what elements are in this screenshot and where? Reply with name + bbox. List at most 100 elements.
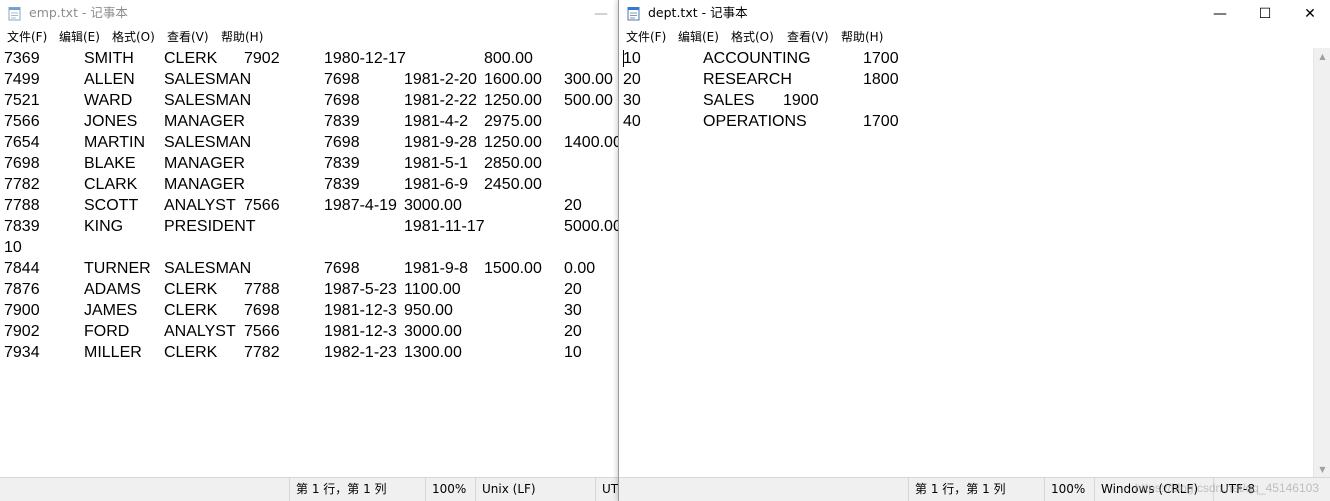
emp-field: FORD [84,323,130,340]
emp-field: CLERK [164,50,218,67]
emp-field: 1250.00 [484,134,542,151]
dept-status-encoding: UTF-8 [1213,478,1270,501]
emp-menu-file[interactable]: 文件(F) [7,30,47,45]
dept-status-bar: 第 1 行，第 1 列 100% Windows (CRLF) UTF-8 [619,477,1330,501]
dept-notepad-window[interactable]: dept.txt - 记事本 — ☐ ✕ 文件(F) 编辑(E) 格式(O) 查… [618,0,1330,501]
emp-field: 7788 [244,281,280,298]
emp-field: 20 [564,197,582,214]
emp-text-area[interactable]: 7369 SMITH CLERK 7902 1980-12-17 800.00 7499 AL… [0,48,618,478]
emp-menu-help[interactable]: 帮助(H) [221,30,263,45]
dept-field: 1700 [863,113,899,130]
dept-menu-format[interactable]: 格式(O) [731,30,774,45]
dept-status-line-ending: Windows (CRLF) [1094,478,1211,501]
emp-field: 7788 [4,197,40,214]
minimize-icon: — [1213,5,1227,22]
emp-field: 7876 [4,281,40,298]
emp-field: CLERK [164,344,218,361]
emp-field: 1981-12-3 [324,323,397,340]
emp-field: 1987-4-19 [324,197,397,214]
emp-field: 10 [564,344,582,361]
scroll-down-arrow-icon[interactable]: ▼ [1314,461,1330,478]
emp-field: 30 [564,302,582,319]
dept-field: 1700 [863,50,899,67]
emp-field: 950.00 [404,302,453,319]
dept-title-bar[interactable]: dept.txt - 记事本 — ☐ ✕ [619,0,1330,27]
emp-status-zoom: 100% [425,478,474,501]
emp-field: 1981-11-17 [404,218,485,235]
dept-menu-edit[interactable]: 编辑(E) [678,30,719,45]
emp-field: 7698 [324,92,360,109]
emp-field: 1980-12-17 [324,50,406,67]
emp-field: 300.00 [564,71,613,88]
emp-field: 5000.00 [564,218,618,235]
emp-status-line-ending: Unix (LF) [475,478,582,501]
emp-field: BLAKE [84,155,136,172]
dept-status-position: 第 1 行，第 1 列 [908,478,1035,501]
emp-field: 7839 [324,176,360,193]
emp-field: 20 [564,281,582,298]
emp-field: 2450.00 [484,176,542,193]
dept-maximize-button[interactable]: ☐ [1242,0,1288,27]
emp-field: 0.00 [564,260,596,277]
emp-field: 20 [564,323,582,340]
emp-field: 800.00 [484,50,533,67]
emp-field: 1981-5-1 [404,155,469,172]
emp-field: CLARK [84,176,138,193]
emp-field: 500.00 [564,92,613,109]
dept-menu-view[interactable]: 查看(V) [787,30,829,45]
emp-field: MANAGER [164,155,245,172]
emp-field: KING [84,218,124,235]
dept-window-title: dept.txt - 记事本 [648,5,748,20]
emp-field: 7369 [4,50,40,67]
emp-notepad-window[interactable]: emp.txt - 记事本 — 文件(F) 编辑(E) 格式(O) 查看(V) … [0,0,618,501]
emp-field: 1400.00 [564,134,618,151]
emp-menu-format[interactable]: 格式(O) [112,30,155,45]
emp-field: 7566 [244,323,280,340]
emp-field: WARD [84,92,133,109]
emp-field: 1981-9-28 [404,134,477,151]
emp-field: 10 [4,239,22,256]
emp-status-encoding: UTF-8 [595,478,618,501]
emp-menu-view[interactable]: 查看(V) [167,30,209,45]
dept-text-area[interactable]: 10 ACCOUNTING 1700 20 RESEARCH 1800 30 SALES 190… [619,48,1330,478]
emp-field: CLERK [164,281,218,298]
emp-field: 7654 [4,134,40,151]
dept-close-button[interactable]: ✕ [1287,0,1330,27]
emp-status-position: 第 1 行，第 1 列 [289,478,416,501]
emp-field: 1500.00 [484,260,542,277]
dept-field: 10 [623,50,641,67]
dept-field: 30 [623,92,641,109]
emp-field: 1982-1-23 [324,344,397,361]
emp-field: 7698 [324,260,360,277]
dept-field: OPERATIONS [703,113,807,130]
dept-menu-help[interactable]: 帮助(H) [841,30,883,45]
emp-field: 7839 [4,218,40,235]
emp-window-title: emp.txt - 记事本 [29,5,128,20]
dept-vertical-scrollbar[interactable]: ▲ ▼ [1313,48,1330,478]
emp-field: 7902 [4,323,40,340]
dept-field: SALES [703,92,755,109]
emp-field: 7839 [324,155,360,172]
dept-minimize-button[interactable]: — [1197,0,1243,27]
emp-field: 1250.00 [484,92,542,109]
emp-field: 7934 [4,344,40,361]
scroll-up-arrow-icon[interactable]: ▲ [1314,48,1330,65]
emp-field: SALESMAN [164,71,252,88]
emp-field: 3000.00 [404,197,462,214]
emp-title-bar[interactable]: emp.txt - 记事本 — [0,0,618,27]
dept-menu-file[interactable]: 文件(F) [626,30,666,45]
emp-field: SCOTT [84,197,139,214]
emp-field: 7566 [244,197,280,214]
emp-field: CLERK [164,302,218,319]
emp-field: 1981-12-3 [324,302,397,319]
emp-field: 7698 [324,71,360,88]
emp-field: 7782 [4,176,40,193]
emp-field: 7782 [244,344,280,361]
emp-field: SALESMAN [164,134,252,151]
emp-status-bar: 第 1 行，第 1 列 100% Unix (LF) UTF-8 [0,477,618,501]
emp-field: PRESIDENT [164,218,256,235]
emp-field: ANALYST [164,323,236,340]
emp-field: 3000.00 [404,323,462,340]
emp-minimize-button[interactable]: — [578,0,618,27]
emp-menu-edit[interactable]: 编辑(E) [59,30,100,45]
